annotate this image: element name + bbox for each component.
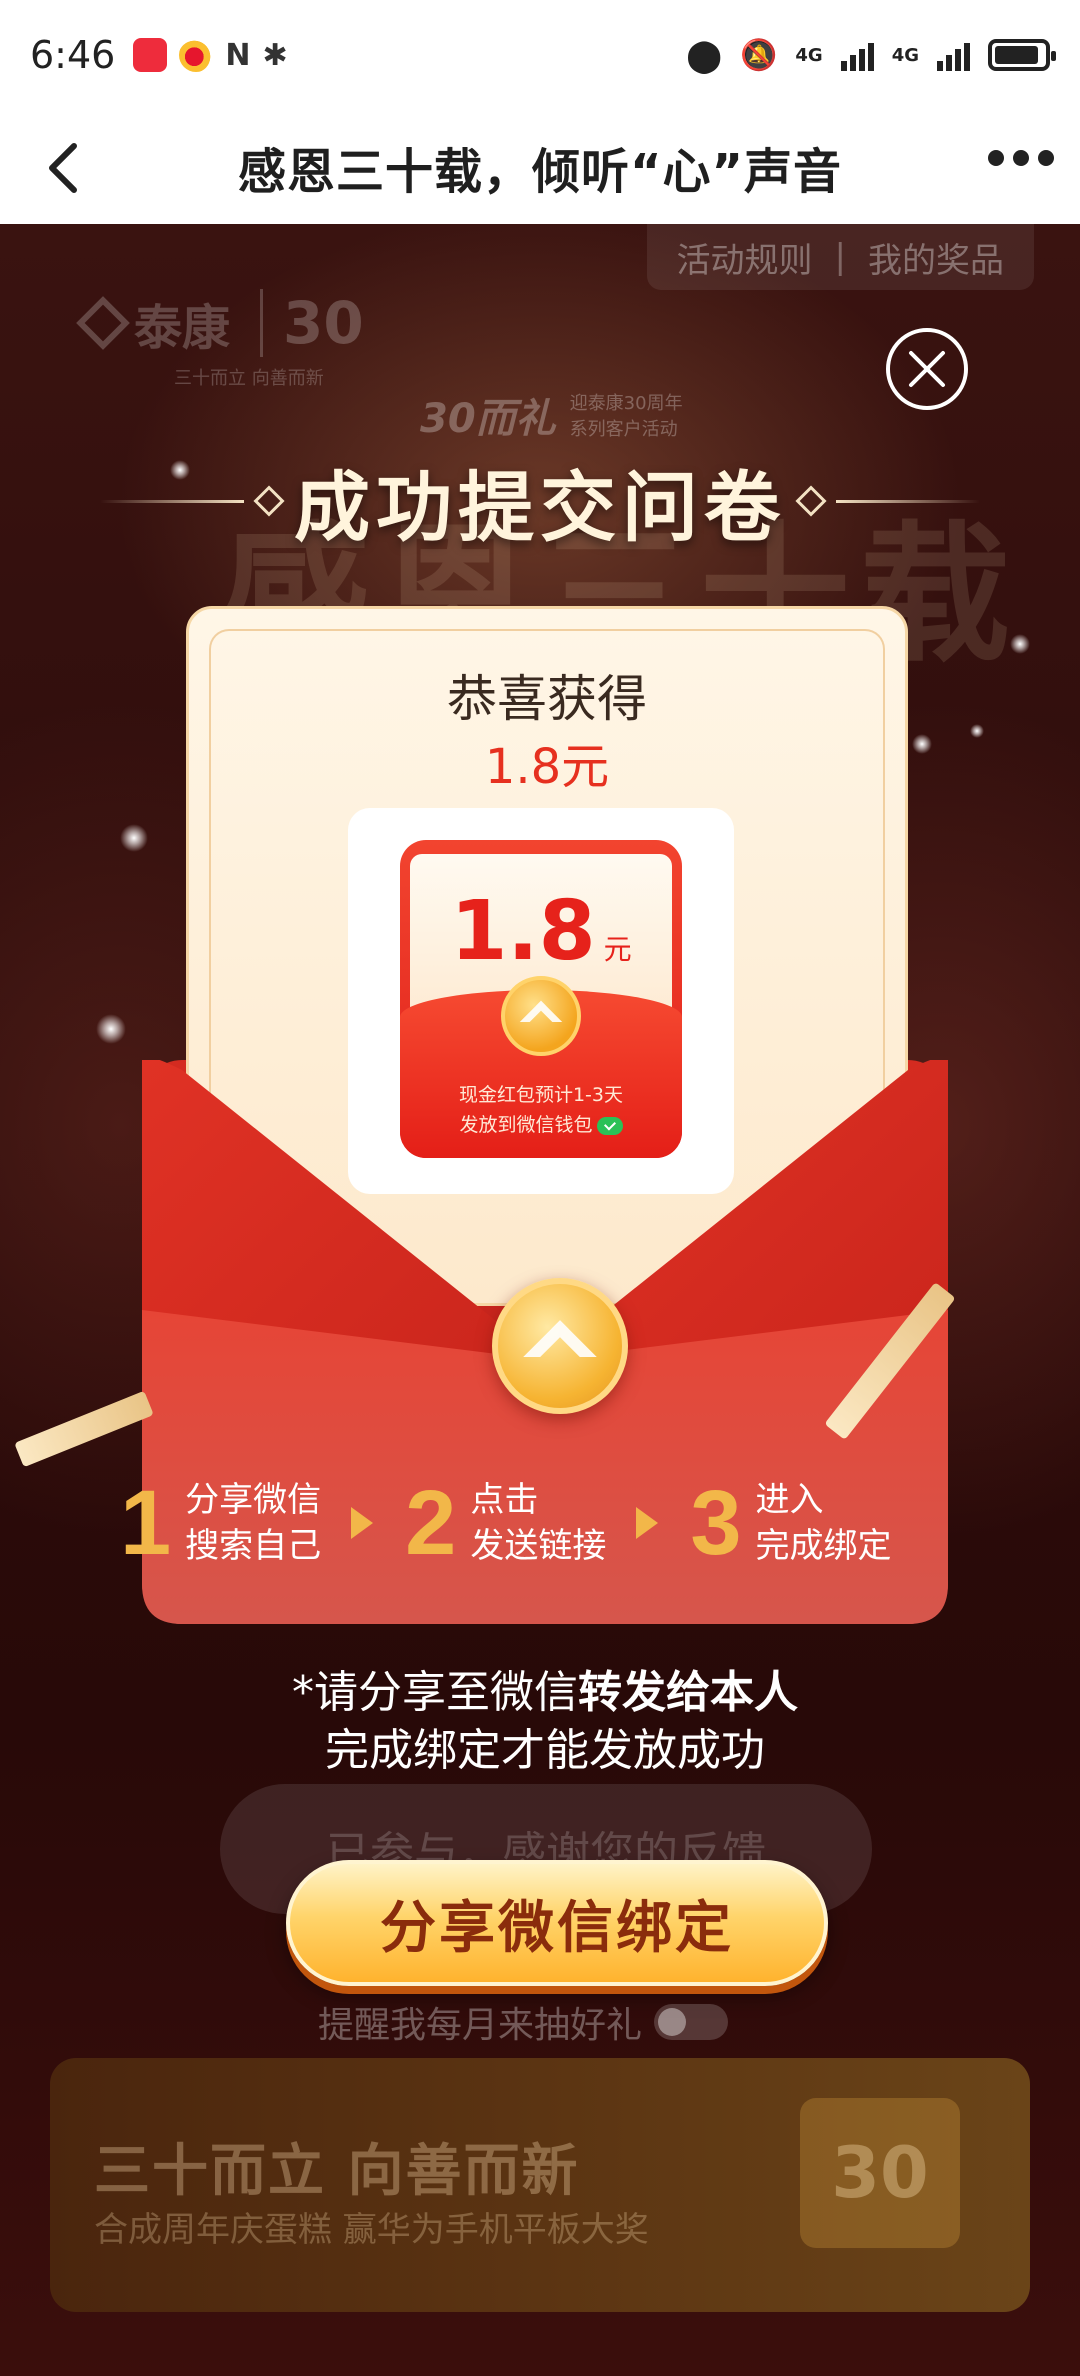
step-line1: 进入	[755, 1480, 824, 1520]
nfc-icon: N	[225, 37, 251, 73]
packet-value: 1.8	[450, 884, 596, 979]
promo-banner[interactable]: 三十而立 向善而新 合成周年庆蛋糕 赢华为手机平板大奖 30	[50, 2058, 1030, 2312]
shopping-app-icon	[133, 38, 168, 72]
bluetooth-icon: ✱	[262, 37, 288, 73]
notification-icons: N ✱	[133, 37, 288, 73]
link-separator: |	[834, 237, 846, 277]
ribbon-left	[14, 1390, 154, 1468]
reward-amount: 1.8元	[484, 739, 610, 795]
network-label-2: 4G	[891, 44, 919, 66]
signal-icon-2	[937, 39, 970, 71]
success-title: 成功提交问卷	[294, 463, 786, 552]
top-links: 活动规则 | 我的奖品	[646, 224, 1034, 290]
close-icon	[909, 351, 945, 387]
diamond-right-icon	[795, 485, 827, 517]
success-header: 成功提交问卷	[100, 446, 980, 556]
envelope-instruction-2: 完成绑定才能发放成功	[325, 1725, 765, 1776]
envelope-instruction-1: *请分享至微信转发给本人	[142, 1656, 948, 1720]
status-bar: 6:46 N ✱ ⬤ 🔕 4G 4G	[0, 0, 1080, 110]
sparkle	[912, 734, 932, 754]
brand-diamond-icon	[76, 296, 130, 350]
my-prizes-link[interactable]: 我的奖品	[868, 233, 1004, 282]
banner-title: 三十而立 向善而新	[94, 2139, 580, 2204]
battery-icon	[988, 39, 1056, 71]
reminder-toggle[interactable]	[654, 2004, 729, 2040]
step-number: 2	[405, 1472, 457, 1574]
monthly-reminder: 提醒我每月来抽好礼	[318, 1996, 729, 2048]
step-arrow-icon	[351, 1507, 374, 1539]
packet-unit: 元	[603, 933, 632, 966]
divider-left	[100, 499, 244, 503]
instruction-prefix: *请分享至微信	[292, 1667, 578, 1718]
page-title: 感恩三十载，倾听“心”声音	[237, 144, 843, 200]
status-right: ⬤ 🔕 4G 4G	[686, 36, 1056, 74]
sub-logo: 30而礼 迎泰康30周年 系列客户活动	[420, 386, 690, 444]
step-2: 2 点击 发送链接	[405, 1477, 606, 1569]
rules-link[interactable]: 活动规则	[677, 233, 813, 282]
divider-right	[836, 499, 980, 503]
step-line1: 分享微信	[185, 1480, 322, 1520]
brand-slogan: 三十而立 向善而新	[174, 368, 324, 389]
weibo-icon	[179, 38, 214, 72]
location-icon: ⬤	[686, 36, 723, 74]
binding-steps: 1 分享微信搜索自己 2 点击发送链接 3 进入完成绑定	[120, 1468, 1000, 1578]
step-number: 1	[120, 1472, 172, 1574]
step-line2: 完成绑定	[755, 1526, 892, 1566]
signal-icon-1	[840, 39, 874, 71]
packet-amount: 1.8 元	[410, 884, 672, 979]
step-line1: 点击	[470, 1480, 539, 1520]
step-arrow-icon	[636, 1507, 659, 1539]
mute-icon: 🔕	[740, 37, 778, 73]
instruction-bold: 转发给本人	[578, 1667, 798, 1718]
activity-stage: 活动规则 | 我的奖品 泰康 30 三十而立 向善而新 30而礼 迎泰康30周年…	[0, 224, 1080, 2376]
brand-name: 泰康	[134, 300, 231, 356]
step-3: 3 进入 完成绑定	[690, 1477, 891, 1569]
diamond-left-icon	[253, 485, 285, 517]
sparkle	[120, 824, 148, 852]
share-wechat-bind-button[interactable]: 分享微信绑定	[286, 1860, 828, 1986]
sub-logo-mark: 30而礼	[420, 396, 556, 442]
network-label-1: 4G	[795, 44, 823, 66]
brand-number: 30	[260, 289, 364, 357]
nav-bar: 感恩三十载，倾听“心”声音	[0, 110, 1080, 224]
sparkle	[96, 1014, 126, 1044]
close-button[interactable]	[886, 328, 968, 410]
sparkle	[1010, 634, 1030, 654]
step-1: 1 分享微信 搜索自己	[120, 1477, 321, 1569]
sub-logo-caption: 迎泰康30周年 系列客户活动	[569, 393, 683, 440]
more-icon[interactable]	[988, 150, 1054, 166]
banner-gift-text: 30	[831, 2132, 929, 2214]
back-icon[interactable]	[36, 138, 96, 198]
reminder-label: 提醒我每月来抽好礼	[318, 2005, 643, 2046]
brand-logo: 泰康 30 三十而立 向善而新	[76, 288, 364, 390]
status-time: 6:46	[30, 33, 116, 77]
step-number: 3	[690, 1472, 742, 1574]
sparkle	[970, 724, 984, 738]
packet-coin-icon	[501, 976, 581, 1056]
step-line2: 搜索自己	[185, 1526, 322, 1566]
banner-subtitle: 合成周年庆蛋糕 赢华为手机平板大奖	[94, 2210, 649, 2250]
congrats-label: 恭喜获得	[447, 670, 647, 728]
gift-box-icon: 30	[800, 2098, 960, 2248]
sparkle	[170, 460, 190, 480]
step-line2: 发送链接	[470, 1526, 607, 1566]
